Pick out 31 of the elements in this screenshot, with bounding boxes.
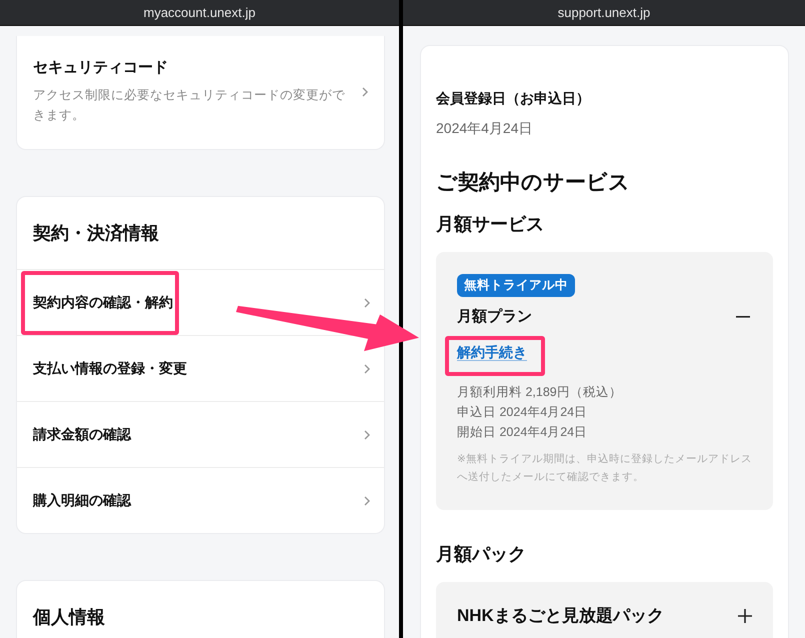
card-title: セキュリティコード (33, 58, 169, 77)
security-card[interactable]: セキュリティコード アクセス制限に必要なセキュリティコードの変更ができます。 (16, 36, 385, 150)
card-description: アクセス制限に必要なセキュリティコードの変更ができます。 (33, 87, 346, 124)
menu-link[interactable]: 請求金額の確認 (33, 426, 131, 444)
chevron-right-icon[interactable] (364, 496, 370, 506)
menu-link[interactable]: 購入明細の確認 (33, 492, 131, 510)
plus-icon[interactable] (738, 608, 752, 622)
plan-detail: 申込日 2024年4月24日 (457, 404, 588, 421)
card-title: 契約・決済情報 (32, 222, 160, 245)
chevron-right-icon[interactable] (364, 430, 370, 440)
url-text: myaccount.unext.jp (143, 5, 256, 20)
menu-link[interactable]: 契約内容の確認・解約 (33, 294, 173, 310)
subsection-heading: 月額サービス (436, 213, 545, 236)
trial-badge: 無料トライアル中 (457, 274, 575, 297)
chevron-right-icon[interactable] (364, 364, 370, 374)
note-text: ※無料トライアル期間は、申込時に登録したメールアドレスへ送付したメールにて確認できます。 (457, 452, 752, 485)
minus-icon[interactable] (736, 316, 750, 318)
cancel-link[interactable]: 解約手続き (457, 344, 527, 364)
pack-name: NHKまるごと見放題パック (457, 605, 664, 627)
card-title: 個人情報 (32, 606, 106, 629)
section-heading: ご契約中のサービス (436, 170, 631, 196)
menu-link[interactable]: 支払い情報の登録・変更 (33, 360, 187, 378)
chevron-right-icon[interactable] (364, 298, 370, 308)
subsection-heading: 月額パック (436, 543, 527, 566)
plan-detail: 月額利用料 2,189円（税込） (457, 384, 623, 401)
plan-detail: 開始日 2024年4月24日 (457, 424, 588, 441)
chevron-right-icon (362, 86, 368, 96)
plan-name: 月額プラン (457, 307, 532, 326)
field-label: 会員登録日（お申込日） (436, 90, 591, 108)
url-text: support.unext.jp (558, 5, 650, 20)
field-value: 2024年4月24日 (436, 120, 534, 138)
